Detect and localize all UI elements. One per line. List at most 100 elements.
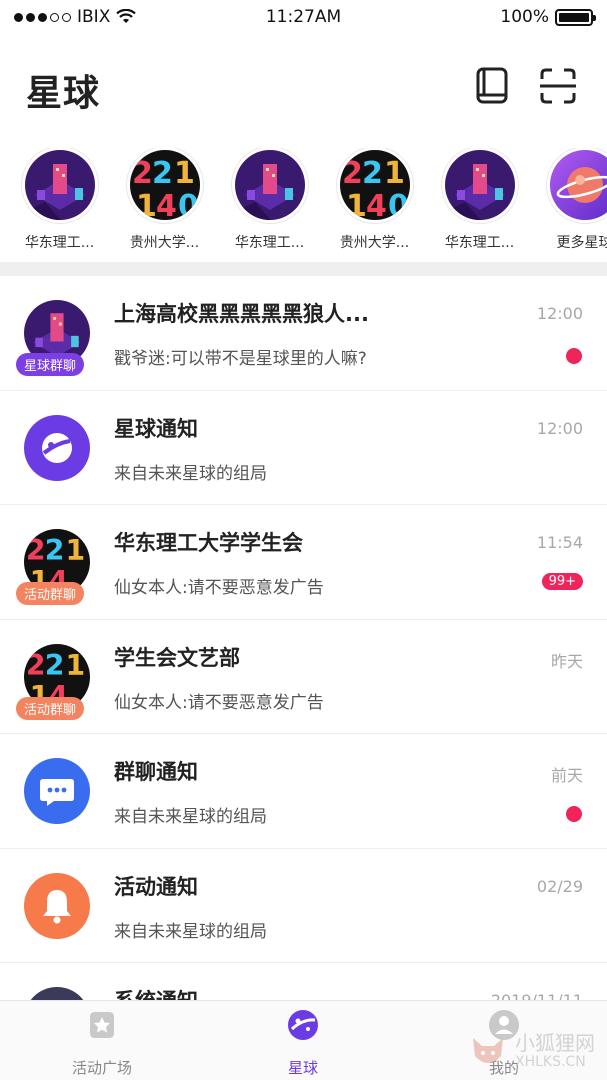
star-icon [90, 1012, 114, 1038]
tab-bar: 活动广场 星球 我的 小狐狸网 XHLKS.CN [0, 1000, 607, 1080]
chat-bubble-icon [40, 779, 74, 806]
chat-time: 11:54 [536, 533, 583, 552]
header: 星球 [0, 50, 607, 130]
unread-dot [566, 806, 582, 822]
svg-text:2: 2 [152, 156, 173, 191]
svg-text:1: 1 [346, 189, 367, 220]
chat-row[interactable]: 22114 活动群聊 学生会文艺部 仙女本人:请不要恶意发广告 昨天 [0, 620, 607, 734]
story-label: 华东理工... [444, 235, 515, 251]
numbers-2021-avatar: 221140 [339, 150, 410, 220]
chat-time: 2019/11/11 [491, 991, 583, 1000]
svg-text:2: 2 [132, 156, 153, 191]
story-item[interactable]: 华东理工... [217, 148, 322, 252]
chat-title: 群聊通知 [114, 760, 198, 784]
svg-text:1: 1 [65, 534, 85, 567]
chat-title: 星球通知 [114, 416, 198, 441]
battery-icon [555, 8, 596, 26]
story-item[interactable]: 221140 贵州大学... [322, 148, 427, 252]
planet-stories: 华东理工... 221140 贵州大学... 华东理工... 221140 贵州… [0, 148, 607, 260]
svg-text:2: 2 [342, 156, 363, 191]
fox-logo-icon [473, 1038, 503, 1063]
story-label: 更多星球 [556, 235, 607, 251]
chat-time: 前天 [550, 766, 583, 785]
chat-list: 星球群聊 上海高校黑黑黑黑黑狼人... 戳爷迷:可以带不是星球里的人嘛? 12:… [0, 276, 607, 1000]
bell-icon [43, 889, 71, 923]
status-right: 100% [500, 7, 596, 27]
story-label: 华东理工... [234, 235, 305, 251]
planet-more-avatar [549, 150, 607, 220]
status-bar: IBIX 11:27AM 100% [0, 0, 607, 34]
story-item[interactable]: 221140 贵州大学... [112, 148, 217, 252]
planet-avatar [24, 414, 90, 481]
activity-notice-avatar [24, 872, 90, 939]
chat-time: 12:00 [536, 304, 583, 323]
tab-activity-square[interactable]: 活动广场 [32, 1007, 172, 1078]
chat-last-message: 仙女本人:请不要恶意发广告 [114, 578, 324, 598]
svg-text:0: 0 [388, 189, 409, 220]
chat-time: 02/29 [536, 876, 583, 896]
chat-row[interactable]: 系统通知 2019/11/11 [0, 963, 607, 1000]
svg-text:0: 0 [178, 189, 199, 220]
chat-row[interactable]: 活动通知 来自未来星球的组局 02/29 [0, 849, 607, 963]
chat-title: 华东理工大学学生会 [114, 531, 303, 555]
chat-last-message: 来自未来星球的组局 [114, 807, 267, 827]
svg-text:1: 1 [174, 156, 195, 191]
chat-row[interactable]: 群聊通知 来自未来星球的组局 前天 [0, 734, 607, 849]
battery-percent: 100% [500, 7, 549, 27]
chat-last-message: 来自未来星球的组局 [114, 921, 267, 942]
svg-text:1: 1 [384, 156, 405, 191]
planet-icon [42, 432, 72, 463]
section-divider [0, 262, 607, 276]
svg-text:2: 2 [45, 534, 65, 567]
tab-label: 活动广场 [71, 1059, 132, 1077]
tab-label: 星球 [287, 1059, 318, 1077]
book-icon [476, 67, 508, 104]
svg-text:2: 2 [362, 156, 383, 191]
chat-title: 上海高校黑黑黑黑黑狼人... [114, 302, 369, 326]
story-item-more[interactable]: 更多星球 [532, 148, 607, 252]
chat-title: 系统通知 [114, 985, 198, 1000]
svg-text:1: 1 [136, 189, 157, 220]
chat-title: 活动通知 [114, 874, 198, 899]
chat-row[interactable]: 22114 活动群聊 华东理工大学学生会 仙女本人:请不要恶意发广告 11:54… [0, 505, 607, 620]
story-item[interactable]: 华东理工... [427, 148, 532, 252]
chat-tag: 活动群聊 [16, 582, 85, 605]
chat-row[interactable]: 星球通知 来自未来星球的组局 12:00 [0, 391, 607, 505]
svg-text:4: 4 [156, 189, 177, 220]
chat-row[interactable]: 星球群聊 上海高校黑黑黑黑黑狼人... 戳爷迷:可以带不是星球里的人嘛? 12:… [0, 276, 607, 391]
chat-last-message: 戳爷迷:可以带不是星球里的人嘛? [114, 349, 367, 369]
chat-tag: 活动群聊 [16, 696, 85, 720]
watermark-url: XHLKS.CN [515, 1054, 586, 1070]
book-button[interactable] [472, 66, 512, 106]
svg-text:1: 1 [65, 649, 85, 682]
planet-icon [288, 1010, 318, 1040]
system-icon [24, 987, 90, 1000]
city-purple-avatar [24, 150, 95, 220]
watermark: 小狐狸网 XHLKS.CN [467, 1030, 595, 1072]
chat-title: 学生会文艺部 [114, 645, 240, 670]
unread-badge: 99+ [541, 573, 583, 590]
story-item[interactable]: 华东理工... [7, 148, 112, 252]
page-title: 星球 [26, 73, 101, 114]
watermark-text: 小狐狸网 [515, 1031, 595, 1055]
story-label: 贵州大学... [339, 235, 410, 251]
story-label: 华东理工... [24, 235, 95, 251]
tab-planet[interactable]: 星球 [233, 1007, 373, 1078]
scan-button[interactable] [538, 66, 578, 106]
chat-last-message: 仙女本人:请不要恶意发广告 [114, 692, 324, 713]
unread-dot [566, 348, 582, 364]
chat-last-message: 来自未来星球的组局 [114, 463, 267, 484]
numbers-2021-avatar: 221140 [129, 150, 200, 220]
story-label: 贵州大学... [129, 235, 200, 251]
chat-tag: 星球群聊 [16, 353, 85, 376]
city-purple-avatar [444, 150, 515, 220]
chat-time: 昨天 [550, 651, 583, 671]
group-notice-avatar [24, 758, 90, 824]
city-purple-avatar [234, 150, 305, 220]
chat-time: 12:00 [536, 418, 583, 438]
scan-icon [540, 68, 576, 104]
svg-text:4: 4 [366, 189, 387, 220]
svg-text:2: 2 [26, 649, 46, 682]
system-notice-avatar [24, 987, 90, 1000]
svg-text:2: 2 [45, 649, 65, 682]
